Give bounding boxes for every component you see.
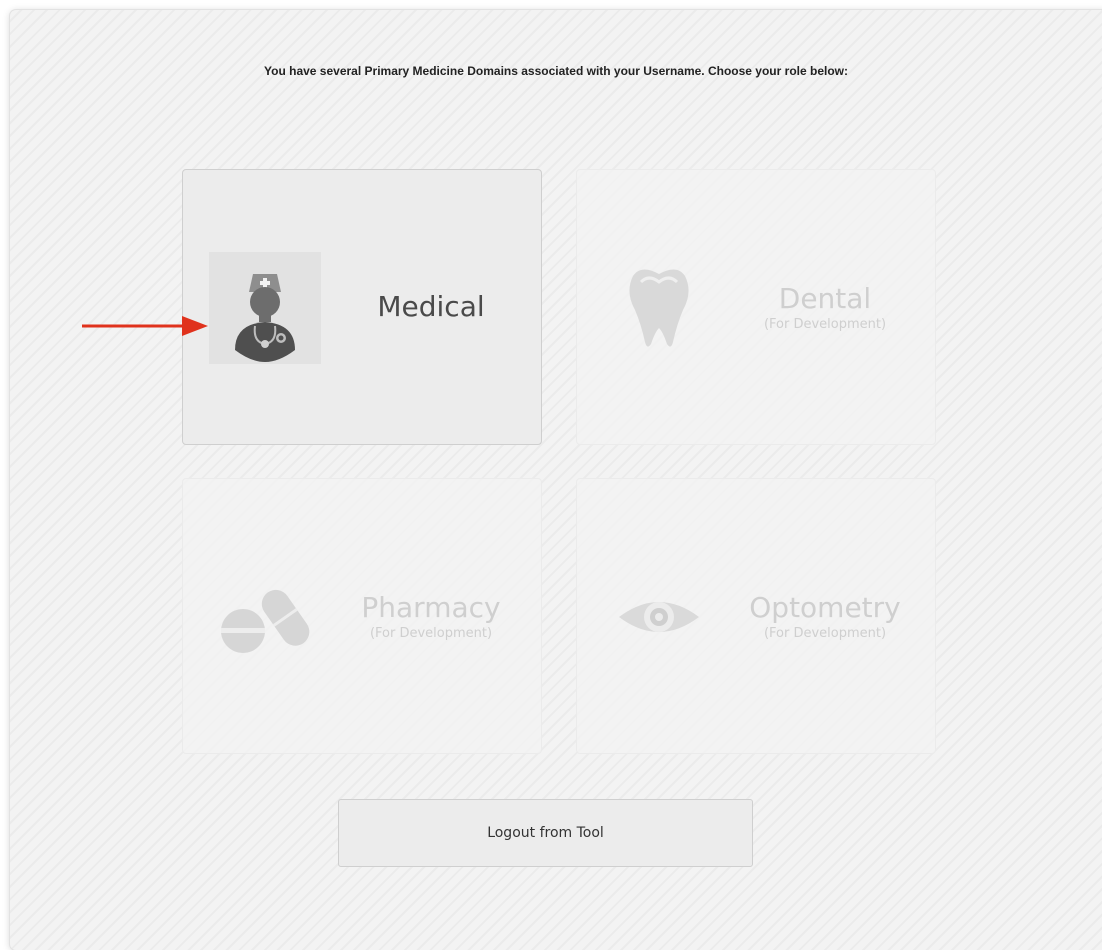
role-subtitle: (For Development) bbox=[369, 626, 493, 641]
role-card-dental[interactable]: Dental (For Development) bbox=[576, 169, 936, 445]
role-subtitle: (For Development) bbox=[763, 317, 887, 332]
role-title: Pharmacy bbox=[361, 591, 501, 624]
eye-icon bbox=[603, 561, 715, 673]
role-text-optometry: Optometry (For Development) bbox=[727, 591, 923, 643]
role-text-dental: Dental (For Development) bbox=[727, 282, 923, 334]
logout-button[interactable]: Logout from Tool bbox=[338, 799, 753, 867]
red-arrow-icon bbox=[82, 316, 208, 336]
role-selection-window: You have several Primary Medicine Domain… bbox=[10, 10, 1102, 950]
role-title: Dental bbox=[778, 282, 872, 315]
pills-icon bbox=[209, 561, 321, 673]
role-title: Medical bbox=[377, 290, 485, 323]
role-text-medical: Medical bbox=[333, 290, 529, 324]
role-text-pharmacy: Pharmacy (For Development) bbox=[333, 591, 529, 643]
instruction-text: You have several Primary Medicine Domain… bbox=[264, 64, 848, 78]
role-card-medical[interactable]: Medical bbox=[182, 169, 542, 445]
role-subtitle: (For Development) bbox=[763, 626, 887, 641]
role-card-pharmacy[interactable]: Pharmacy (For Development) bbox=[182, 478, 542, 754]
role-card-optometry[interactable]: Optometry (For Development) bbox=[576, 478, 936, 754]
role-title: Optometry bbox=[749, 591, 901, 624]
doctor-nurse-icon bbox=[209, 252, 321, 364]
tooth-icon bbox=[603, 252, 715, 364]
